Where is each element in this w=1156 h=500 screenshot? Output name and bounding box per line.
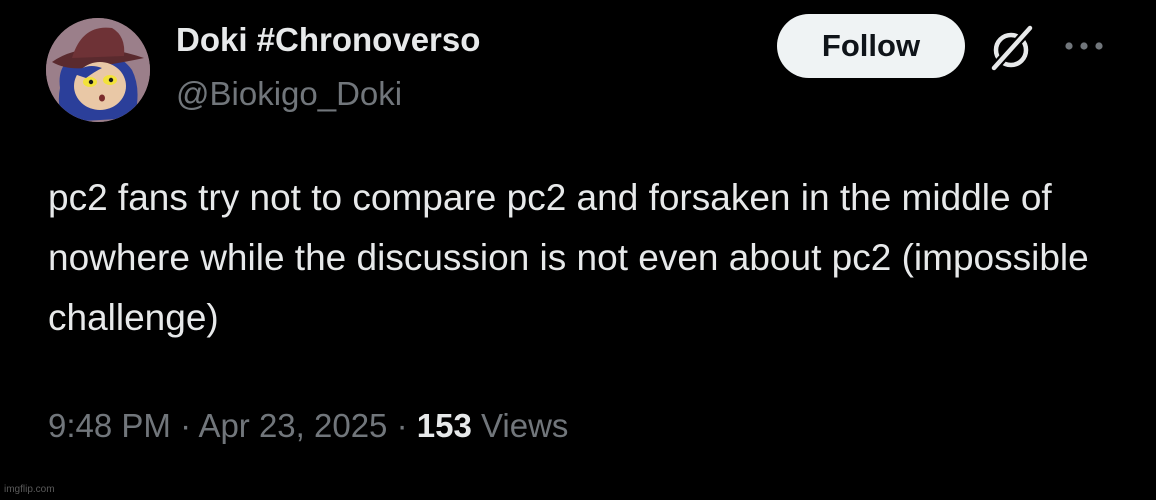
tweet-time[interactable]: 9:48 PM	[48, 407, 171, 444]
meta-separator: ·	[396, 407, 408, 444]
views-count: 153	[416, 407, 472, 444]
meta-separator: ·	[180, 407, 192, 444]
character-avatar-icon	[46, 18, 150, 122]
follow-button[interactable]: Follow	[777, 14, 965, 78]
tweet-text: pc2 fans try not to compare pc2 and fors…	[48, 177, 1089, 338]
views-label: Views	[481, 407, 569, 444]
tweet-date[interactable]: Apr 23, 2025	[198, 407, 387, 444]
user-handle[interactable]: @Biokigo_Doki	[176, 74, 402, 114]
tweet-meta: 9:48 PM · Apr 23, 2025 · 153 Views	[48, 404, 568, 448]
grok-icon[interactable]	[986, 22, 1038, 74]
more-dots-icon[interactable]	[1060, 32, 1108, 60]
display-name[interactable]: Doki #Chronoverso	[176, 20, 480, 60]
tweet: Doki #Chronoverso @Biokigo_Doki Follow p…	[0, 0, 1156, 500]
avatar[interactable]	[46, 18, 150, 122]
watermark: imgflip.com	[4, 484, 55, 495]
